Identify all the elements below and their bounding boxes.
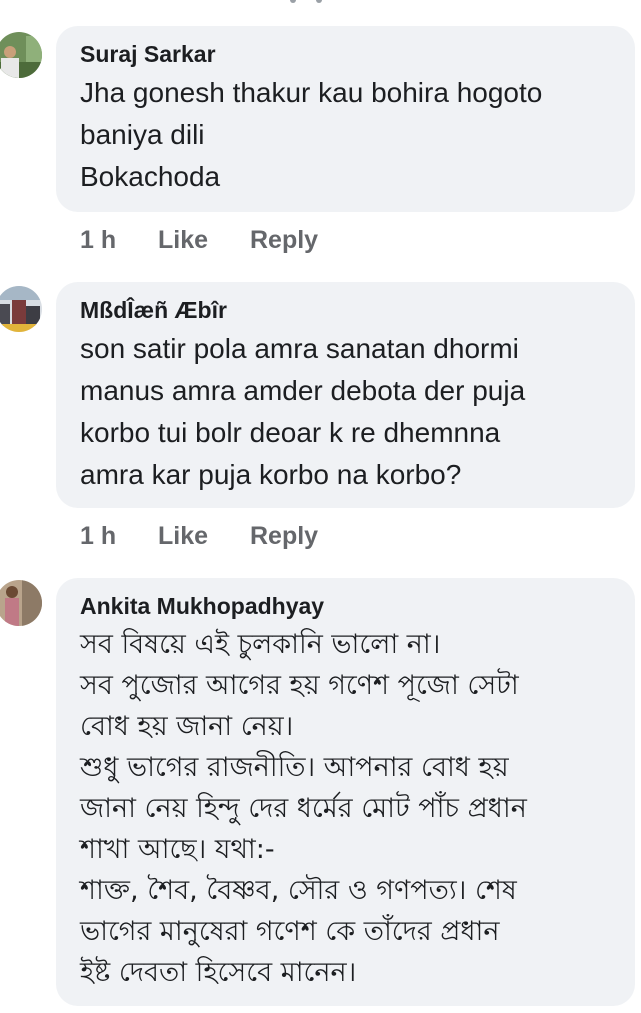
avatar[interactable] (0, 286, 42, 332)
reply-button[interactable]: Reply (250, 226, 318, 255)
comment-text-line: Jha gonesh thakur kau bohira hogoto (80, 77, 543, 108)
comment-text-line: amra kar puja korbo na korbo? (80, 459, 462, 490)
like-button[interactable]: Like (158, 226, 250, 255)
comment-bubble: Ankita Mukhopadhyay সব বিষয়ে এই চুলকানি… (56, 578, 635, 1006)
comment-bubble: MßdÎæñ Æbîr son satir pola amra sanatan … (56, 282, 635, 508)
comment-text-line: শুধু ভাগের রাজনীতি। আপনার বোধ হয় (80, 752, 509, 783)
comment-author[interactable]: MßdÎæñ Æbîr (80, 296, 613, 324)
comment-text-line: সব পুজোর আগের হয় গণেশ পূজো সেটা (80, 670, 519, 701)
comment-text-line: manus amra amder debota der puja (80, 375, 526, 406)
more-options-icon (290, 0, 350, 6)
like-button[interactable]: Like (158, 522, 250, 551)
avatar[interactable] (0, 580, 42, 626)
comment-text-line: Bokachoda (80, 161, 221, 192)
comment-bubble: Suraj Sarkar Jha gonesh thakur kau bohir… (56, 26, 635, 212)
comment-text-line: ভাগের মানুষেরা গণেশ কে তাঁদের প্রধান (80, 916, 500, 947)
comment-text-line: সব বিষয়ে এই চুলকানি ভালো না। (80, 629, 441, 660)
reply-button[interactable]: Reply (250, 522, 318, 551)
comment-timestamp[interactable]: 1 h (80, 226, 158, 255)
comment-author[interactable]: Ankita Mukhopadhyay (80, 592, 613, 620)
comment-text-line: baniya dili (80, 119, 205, 150)
comment-text-line: son satir pola amra sanatan dhormi (80, 333, 519, 364)
comment-actions: 1 h Like Reply (80, 226, 318, 255)
comment-text-line: বোধ হয় জানা নেয়। (80, 711, 294, 742)
avatar[interactable] (0, 32, 42, 78)
comment-text-line: korbo tui bolr deoar k re dhemnna (80, 417, 501, 448)
comment-text-line: শাক্ত, শৈব, বৈষ্ণব, সৌর ও গণপত্য। শেষ (80, 875, 517, 906)
comment-text-line: শাখা আছে। যথা:- (80, 834, 275, 865)
comment-text-line: ইষ্ট দেবতা হিসেবে মানেন। (80, 957, 357, 988)
comment-author[interactable]: Suraj Sarkar (80, 40, 613, 68)
comment-timestamp[interactable]: 1 h (80, 522, 158, 551)
comment-actions: 1 h Like Reply (80, 522, 318, 551)
comment-text-line: জানা নেয় হিন্দু দের ধর্মের মোট পাঁচ প্র… (80, 793, 527, 824)
